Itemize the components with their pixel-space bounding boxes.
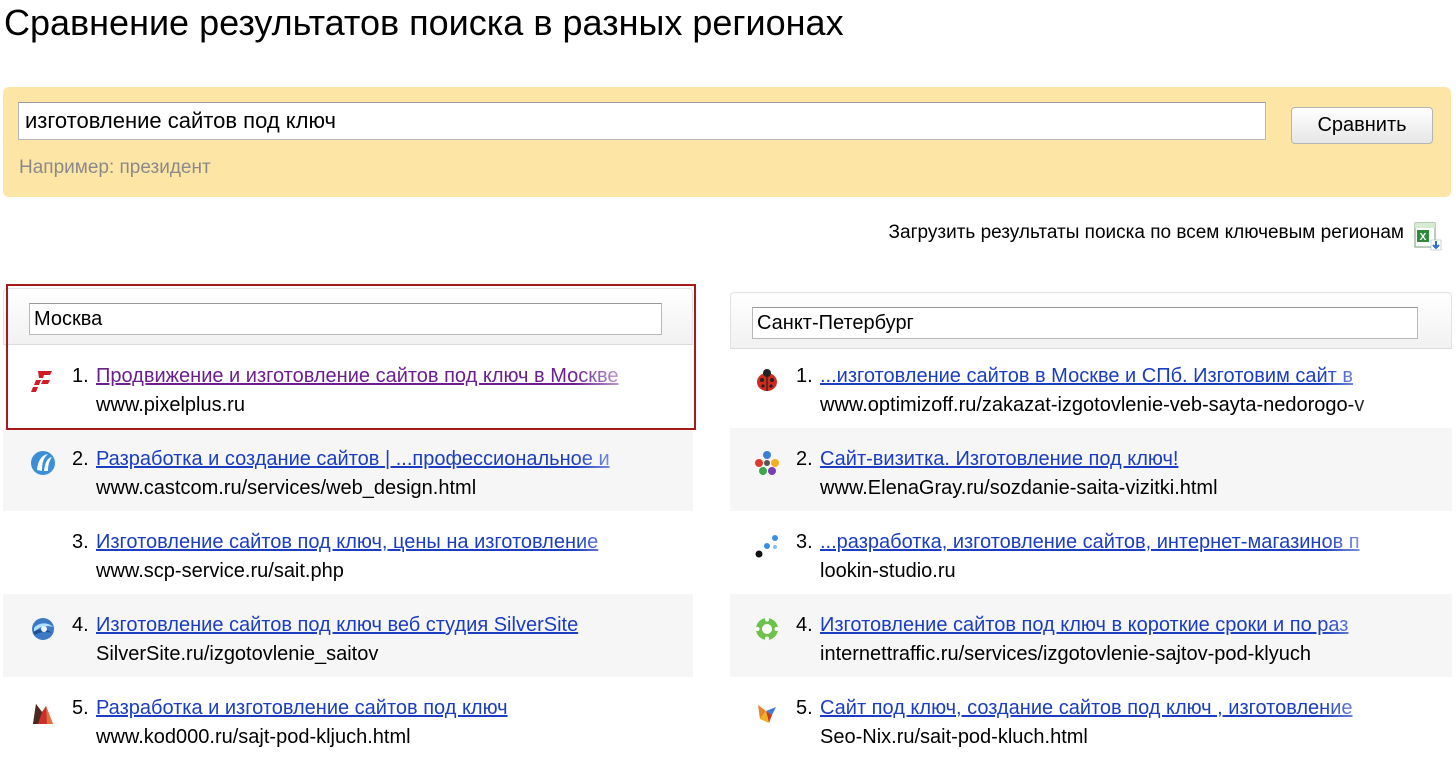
lookin-favicon <box>755 535 778 558</box>
result-title-link[interactable]: Разработка и создание сайтов | ...профес… <box>96 448 658 471</box>
result-title-link[interactable]: Изготовление сайтов под ключ, цены на из… <box>96 531 658 554</box>
result-title-link[interactable]: Сайт-визитка. Изготовление под ключ! <box>820 448 1410 471</box>
result-item: 4. Изготовление сайтов под ключ в коротк… <box>730 594 1452 677</box>
result-item: 4. Изготовление сайтов под ключ веб студ… <box>3 594 693 677</box>
result-item: 1. Продвижение и изготовление сайтов под… <box>3 345 693 428</box>
result-title-link[interactable]: Продвижение и изготовление сайтов под кл… <box>96 365 658 388</box>
result-url: Seo-Nix.ru/sait-pod-kluch.html <box>820 726 1088 748</box>
ladybug-favicon <box>757 369 777 391</box>
result-item: 3. ...разработка, изготовление сайтов, и… <box>730 511 1452 594</box>
result-number: 1. <box>72 365 89 387</box>
result-title-link[interactable]: Изготовление сайтов под ключ веб студия … <box>96 614 658 637</box>
svg-text:X: X <box>1420 232 1427 243</box>
result-number: 5. <box>796 697 813 719</box>
result-number: 3. <box>796 531 813 553</box>
region-header <box>730 292 1452 349</box>
result-title-link[interactable]: ...разработка, изготовление сайтов, инте… <box>820 531 1410 554</box>
region-input-spb[interactable] <box>752 307 1418 339</box>
result-item: 5. Сайт под ключ, создание сайтов под кл… <box>730 677 1452 760</box>
download-all-regions-link[interactable]: Загрузить результаты поиска по всем ключ… <box>889 222 1404 244</box>
pixelplus-favicon <box>31 371 52 392</box>
excel-download-icon[interactable]: X <box>1413 222 1443 252</box>
result-number: 3. <box>72 531 89 553</box>
result-url: lookin-studio.ru <box>820 560 956 582</box>
region-input-moscow[interactable] <box>29 303 662 335</box>
internettraffic-favicon <box>755 617 779 641</box>
result-number: 1. <box>796 365 813 387</box>
result-number: 4. <box>796 614 813 636</box>
region-column-spb: 1. ...изготовление сайтов в Москве и СПб… <box>730 292 1452 760</box>
elenagray-favicon <box>755 451 779 475</box>
result-title-link[interactable]: ...изготовление сайтов в Москве и СПб. И… <box>820 365 1410 388</box>
result-url: www.optimizoff.ru/zakazat-izgotovlenie-v… <box>820 394 1365 416</box>
search-example-hint[interactable]: Например: президент <box>19 157 211 179</box>
castcom-favicon <box>31 451 55 475</box>
result-title-link[interactable]: Сайт под ключ, создание сайтов под ключ … <box>820 697 1410 720</box>
result-number: 2. <box>72 448 89 470</box>
search-input[interactable] <box>18 102 1266 140</box>
result-number: 5. <box>72 697 89 719</box>
result-url: www.pixelplus.ru <box>96 394 245 416</box>
result-title-link[interactable]: Изготовление сайтов под ключ в короткие … <box>820 614 1410 637</box>
region-header <box>3 288 693 345</box>
result-number: 2. <box>796 448 813 470</box>
kod000-favicon <box>33 704 53 724</box>
result-url: www.scp-service.ru/sait.php <box>96 560 344 582</box>
search-panel: Сравнить Например: президент <box>3 87 1451 197</box>
result-item: 3. Изготовление сайтов под ключ, цены на… <box>3 511 693 594</box>
result-url: internettraffic.ru/services/izgotovlenie… <box>820 643 1311 665</box>
result-item: 2. Разработка и создание сайтов | ...про… <box>3 428 693 511</box>
seonix-favicon <box>758 705 776 723</box>
result-url: SilverSite.ru/izgotovlenie_saitov <box>96 643 379 665</box>
result-item: 1. ...изготовление сайтов в Москве и СПб… <box>730 345 1452 428</box>
region-column-moscow: 1. Продвижение и изготовление сайтов под… <box>3 288 693 760</box>
result-url: www.castcom.ru/services/web_design.html <box>96 477 477 499</box>
result-item: 2. Сайт-визитка. Изготовление под ключ! … <box>730 428 1452 511</box>
compare-button[interactable]: Сравнить <box>1291 107 1433 144</box>
page-title: Сравнение результатов поиска в разных ре… <box>4 2 844 43</box>
result-title-link[interactable]: Разработка и изготовление сайтов под клю… <box>96 697 658 720</box>
result-url: www.kod000.ru/sajt-pod-kljuch.html <box>96 726 411 748</box>
result-url: www.ElenaGray.ru/sozdanie-saita-vizitki.… <box>820 477 1218 499</box>
result-number: 4. <box>72 614 89 636</box>
silversite-favicon <box>32 618 54 640</box>
result-item: 5. Разработка и изготовление сайтов под … <box>3 677 693 760</box>
